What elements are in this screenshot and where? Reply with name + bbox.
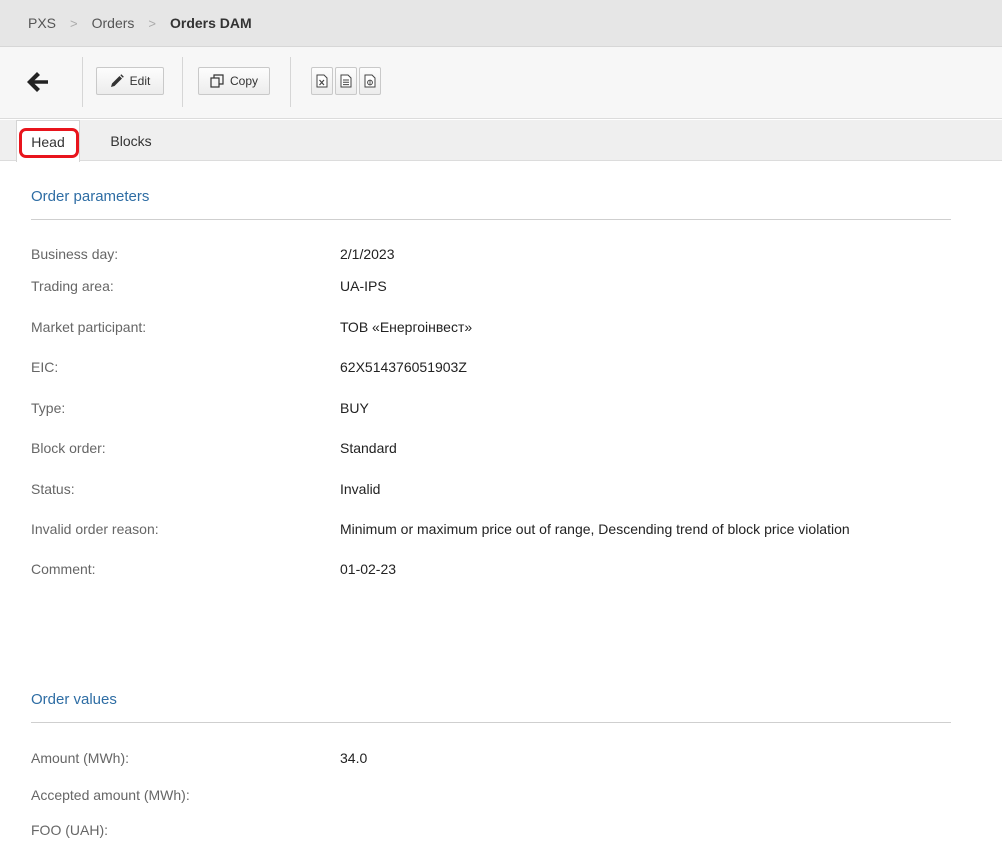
breadcrumb-orders-dam: Orders DAM [170,15,252,31]
field-label: Status: [31,481,75,497]
field-label: Accepted amount (MWh): [31,787,190,803]
order-parameters-title: Order parameters [31,188,150,205]
field-trading-area: Trading area: UA-IPS [31,276,951,296]
tab-bar: Head Blocks [0,120,1002,162]
breadcrumb-orders[interactable]: Orders [92,15,135,31]
field-label: Trading area: [31,278,114,294]
section-divider [31,219,951,220]
edit-button-label: Edit [129,74,151,88]
excel-file-icon [316,74,328,88]
field-label: EIC: [31,359,59,375]
tab-head-label: Head [31,133,65,150]
toolbar: Edit Copy [0,47,1002,119]
breadcrumb-pxs[interactable]: PXS [28,15,56,31]
copy-button[interactable]: Copy [198,67,270,95]
breadcrumb-separator: > [148,15,156,31]
pencil-icon [110,74,124,87]
back-button[interactable] [26,70,52,94]
field-label: Type: [31,400,66,416]
field-label: Block order: [31,440,106,456]
field-label: Amount (MWh): [31,750,130,766]
text-file-icon [340,74,352,88]
toolbar-divider [290,57,291,107]
field-value: BUY [340,400,369,416]
breadcrumb: PXS > Orders > Orders DAM [0,0,1002,47]
field-value: 01-02-23 [340,561,397,577]
field-value: 34.0 [340,750,368,766]
field-amount: Amount (MWh): 34.0 [31,748,951,768]
field-label: Market participant: [31,319,147,335]
field-status: Status: Invalid [31,479,951,499]
field-label: FOO (UAH): [31,822,108,838]
tab-head[interactable]: Head [16,120,80,162]
field-comment: Comment: 01-02-23 [31,559,951,579]
tab-blocks[interactable]: Blocks [96,120,166,161]
section-divider [31,722,951,723]
field-type: Type: BUY [31,398,951,418]
field-value: Invalid [340,481,381,497]
toolbar-divider [182,57,183,107]
field-business-day: Business day: 2/1/2023 [31,244,951,264]
edit-button[interactable]: Edit [96,67,164,95]
field-value: ТОВ «Енергоінвест» [340,319,473,335]
field-label: Comment: [31,561,96,577]
pdf-file-icon [364,74,376,88]
field-block-order: Block order: Standard [31,438,951,458]
breadcrumb-separator: > [70,15,78,31]
toolbar-divider [82,57,83,107]
field-market-participant: Market participant: ТОВ «Енергоінвест» [31,317,951,337]
field-label: Invalid order reason: [31,521,159,537]
field-value: Minimum or maximum price out of range, D… [340,521,850,537]
field-value: Standard [340,440,397,456]
arrow-left-icon [27,72,48,92]
copy-button-label: Copy [229,74,258,88]
order-values-title: Order values [31,691,117,708]
export-text-button[interactable] [335,67,357,95]
tab-blocks-label: Blocks [110,132,152,149]
field-accepted-amount: Accepted amount (MWh): [31,785,951,805]
field-value: 2/1/2023 [340,246,395,262]
field-value: 62X514376051903Z [340,359,467,375]
field-eic: EIC: 62X514376051903Z [31,357,951,377]
export-excel-button[interactable] [311,67,333,95]
field-label: Business day: [31,246,119,262]
field-invalid-order-reason: Invalid order reason: Minimum or maximum… [31,519,951,539]
field-value: UA-IPS [340,278,387,294]
export-pdf-button[interactable] [359,67,381,95]
copy-icon [210,74,224,88]
field-foo: FOO (UAH): [31,820,951,840]
